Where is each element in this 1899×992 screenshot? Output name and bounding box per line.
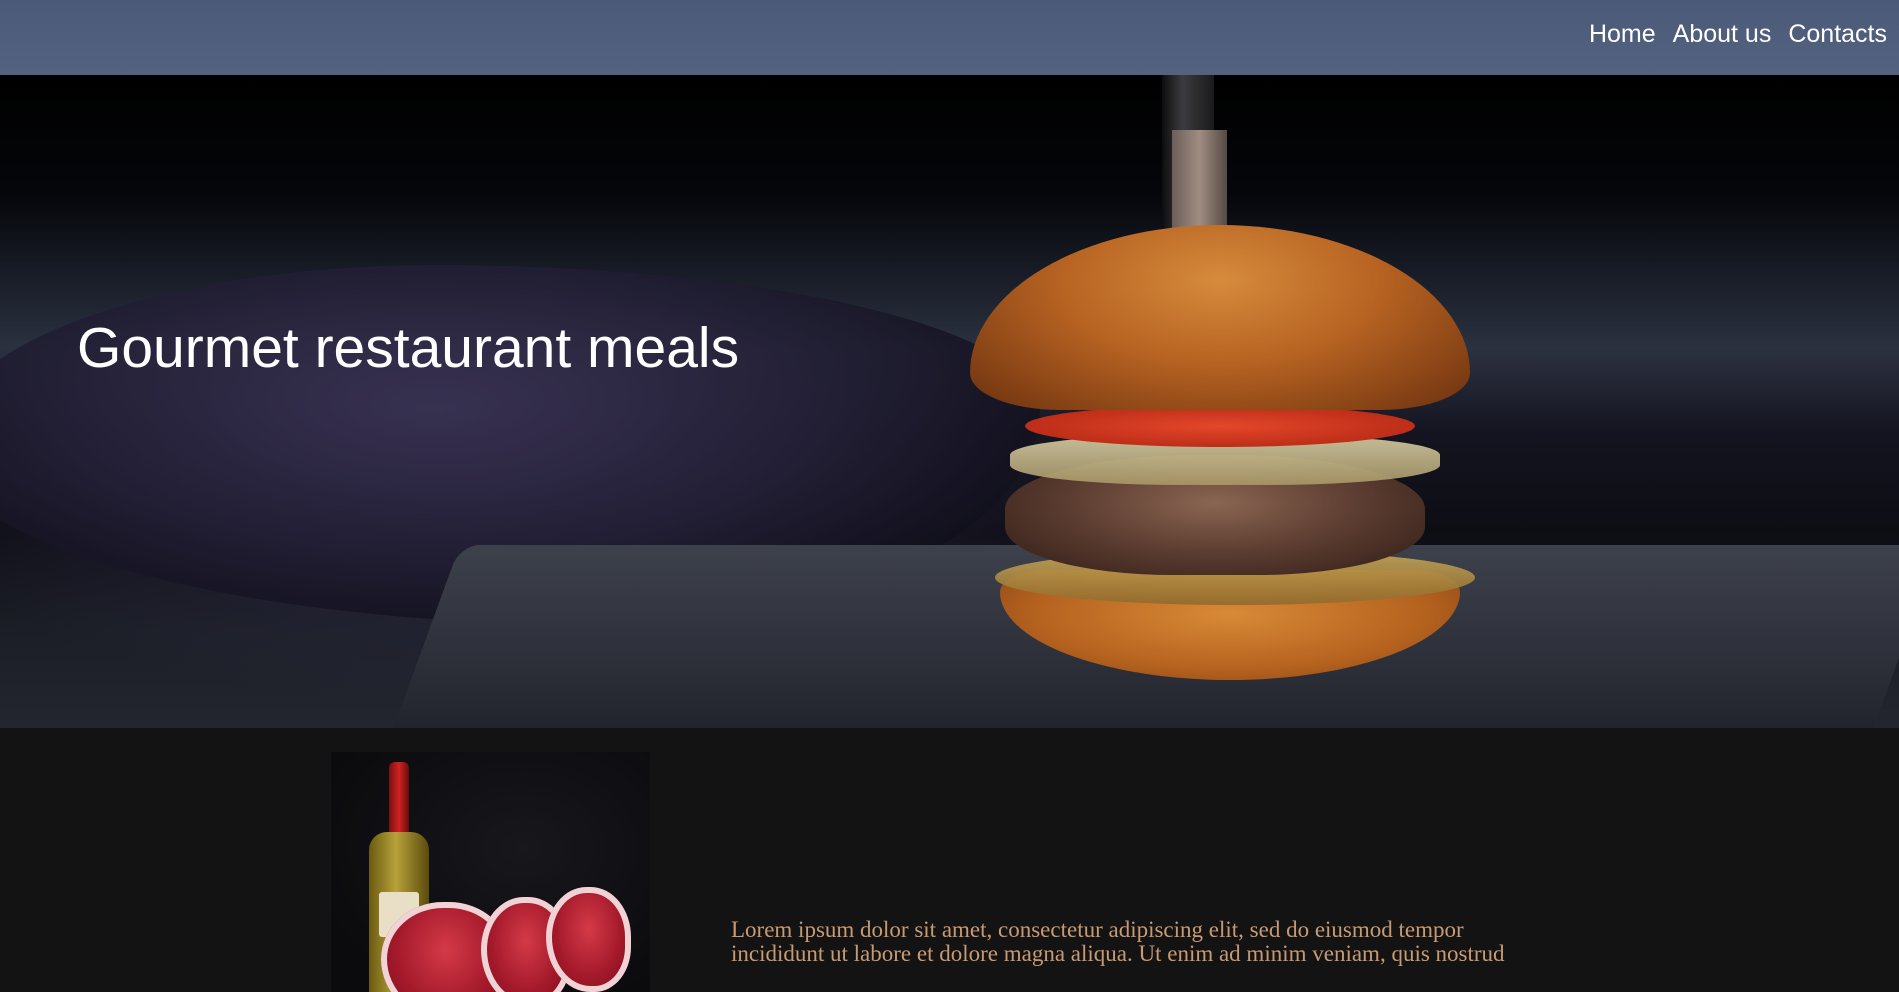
wine-bottle-neck	[389, 762, 409, 842]
feature-image-wine-and-meat	[331, 752, 650, 992]
top-navbar: Home About us Contacts	[0, 0, 1899, 75]
feature-description: Lorem ipsum dolor sit amet, consectetur …	[731, 917, 1505, 966]
hero-title: Gourmet restaurant meals	[77, 316, 740, 380]
hero-banner: Gourmet restaurant meals	[0, 75, 1899, 728]
main-nav: Home About us Contacts	[1589, 20, 1887, 49]
nav-link-contacts[interactable]: Contacts	[1788, 20, 1887, 49]
content-section: Lorem ipsum dolor sit amet, consectetur …	[0, 728, 1899, 992]
hero-image-burger-bun-top	[970, 225, 1470, 410]
hero-image-burger-tomato	[1025, 405, 1415, 447]
nav-link-home[interactable]: Home	[1589, 20, 1656, 49]
nav-link-about-us[interactable]: About us	[1673, 20, 1772, 49]
hero-image-knife-blade	[1172, 130, 1227, 235]
raw-steak-image	[546, 887, 631, 992]
